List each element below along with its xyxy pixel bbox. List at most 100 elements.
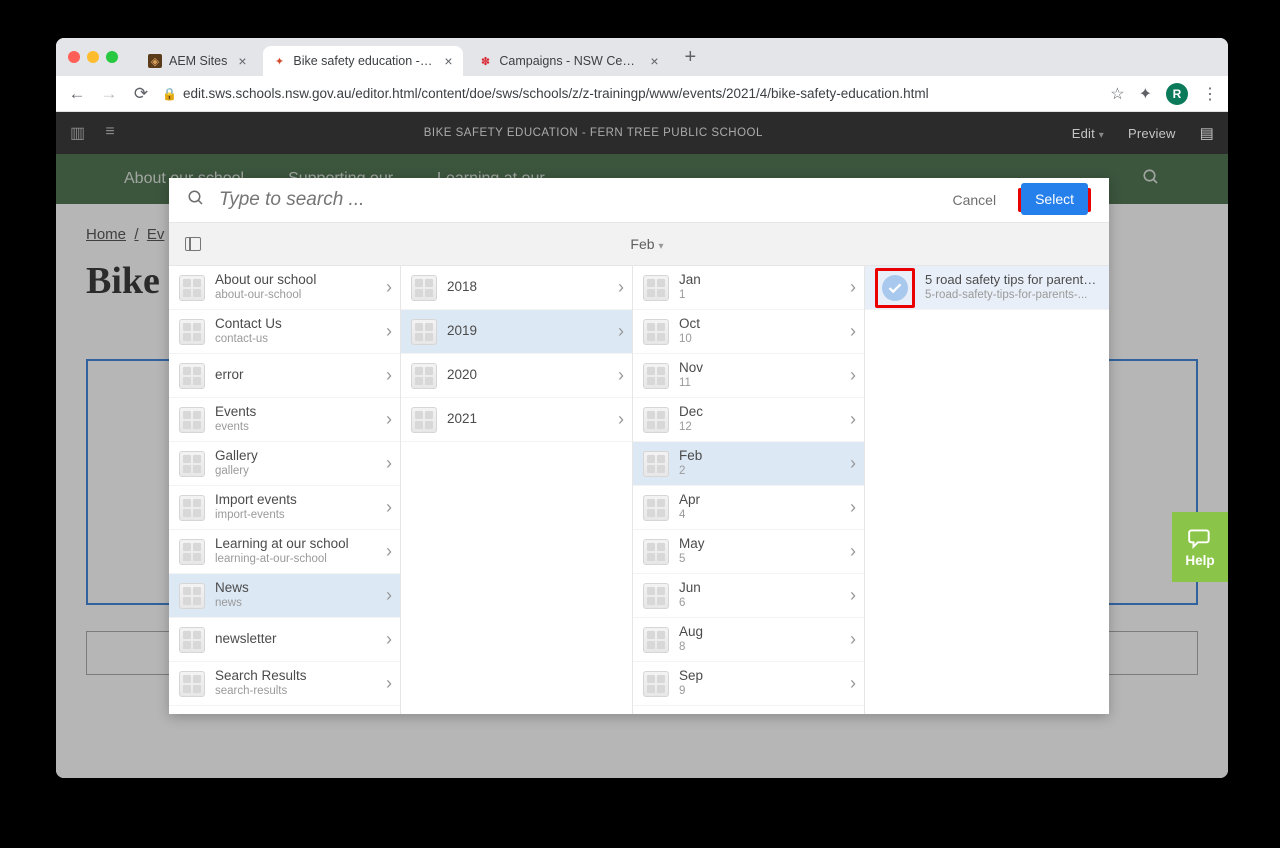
page-thumbnail-icon <box>179 319 205 345</box>
item-title: Events <box>215 404 376 420</box>
list-item[interactable]: Newsnews› <box>169 574 400 618</box>
settings-slider-icon[interactable]: ≡ <box>105 123 115 143</box>
list-item[interactable]: Oct10› <box>633 310 864 354</box>
close-window-icon[interactable] <box>68 51 80 63</box>
list-item-selected-article[interactable]: 5 road safety tips for parents a...5-roa… <box>865 266 1109 310</box>
chat-icon <box>1187 527 1213 549</box>
checkmark-icon[interactable] <box>882 275 908 301</box>
side-panel-icon[interactable]: ▤ <box>1200 124 1214 142</box>
column-4: 5 road safety tips for parents a...5-roa… <box>865 266 1109 714</box>
close-tab-icon[interactable]: × <box>444 53 452 69</box>
page-thumbnail-icon <box>643 319 669 345</box>
item-text: Apr4 <box>679 492 840 523</box>
highlight-box <box>875 268 915 308</box>
close-tab-icon[interactable]: × <box>650 53 658 69</box>
item-text: Search Resultssearch-results <box>215 668 376 699</box>
item-text: newsletter <box>215 631 376 647</box>
list-item[interactable]: Aug8› <box>633 618 864 662</box>
search-input[interactable] <box>219 189 930 211</box>
item-subtitle: import-events <box>215 509 376 523</box>
list-item[interactable]: Import eventsimport-events› <box>169 486 400 530</box>
list-item[interactable]: Jan1› <box>633 266 864 310</box>
item-subtitle: news <box>215 597 376 611</box>
list-item[interactable]: 2018› <box>401 266 632 310</box>
item-subtitle: learning-at-our-school <box>215 553 376 567</box>
list-item[interactable]: Learning at our schoollearning-at-our-sc… <box>169 530 400 574</box>
chevron-right-icon: › <box>850 365 856 386</box>
path-picker-dialog: Cancel Select Feb▾ About our schoolabout… <box>169 178 1109 714</box>
item-text: Newsnews <box>215 580 376 611</box>
list-item[interactable]: newsletter › <box>169 618 400 662</box>
chevron-right-icon: › <box>386 629 392 650</box>
chevron-right-icon: › <box>618 321 624 342</box>
item-subtitle: 11 <box>679 377 840 391</box>
url-input[interactable]: 🔒 edit.sws.schools.nsw.gov.au/editor.htm… <box>162 86 1100 101</box>
item-title: Oct <box>679 316 840 332</box>
tab-label: Bike safety education - Fern Tr <box>293 54 433 68</box>
highlight-box: Select <box>1018 188 1091 212</box>
list-item[interactable]: Eventsevents› <box>169 398 400 442</box>
list-item[interactable]: About our schoolabout-our-school› <box>169 266 400 310</box>
picker-breadcrumb-dropdown[interactable]: Feb▾ <box>201 236 1093 252</box>
favicon-icon: ◈ <box>148 54 162 68</box>
list-item[interactable]: Search Resultssearch-results› <box>169 662 400 706</box>
list-item[interactable]: Contact Uscontact-us› <box>169 310 400 354</box>
close-tab-icon[interactable]: × <box>238 53 246 69</box>
item-text: Learning at our schoollearning-at-our-sc… <box>215 536 376 567</box>
page-thumbnail-icon <box>643 495 669 521</box>
page-thumbnail-icon <box>643 363 669 389</box>
item-title: Dec <box>679 404 840 420</box>
item-subtitle: 2 <box>679 465 840 479</box>
list-item[interactable]: Feb2› <box>633 442 864 486</box>
list-item[interactable]: Gallerygallery› <box>169 442 400 486</box>
column-1: About our schoolabout-our-school›Contact… <box>169 266 401 714</box>
forward-icon[interactable]: → <box>98 84 120 104</box>
edit-mode-dropdown[interactable]: Edit ▾ <box>1072 126 1104 141</box>
chevron-right-icon: › <box>850 541 856 562</box>
back-icon[interactable]: ← <box>66 84 88 104</box>
chevron-right-icon: › <box>386 497 392 518</box>
list-item[interactable]: 2019› <box>401 310 632 354</box>
tab-aem-sites[interactable]: ◈ AEM Sites × <box>138 46 257 76</box>
chevron-right-icon: › <box>850 409 856 430</box>
list-item[interactable]: Dec12 › <box>633 398 864 442</box>
preview-button[interactable]: Preview <box>1128 126 1176 141</box>
list-item[interactable]: 2021› <box>401 398 632 442</box>
page-thumbnail-icon <box>179 363 205 389</box>
minimize-window-icon[interactable] <box>87 51 99 63</box>
select-button[interactable]: Select <box>1021 183 1088 215</box>
column-3: Jan1›Oct10›Nov11›Dec12›Feb2›Apr4›May5›Ju… <box>633 266 865 714</box>
item-subtitle: gallery <box>215 465 376 479</box>
extensions-icon[interactable]: ✦ <box>1139 84 1152 104</box>
list-item[interactable]: May5› <box>633 530 864 574</box>
list-item[interactable]: error› <box>169 354 400 398</box>
list-item[interactable]: Apr4› <box>633 486 864 530</box>
tab-bike-safety[interactable]: ✦ Bike safety education - Fern Tr × <box>263 46 463 76</box>
list-item[interactable]: 2020› <box>401 354 632 398</box>
item-title: Gallery <box>215 448 376 464</box>
reload-icon[interactable]: ⟳ <box>130 84 152 104</box>
maximize-window-icon[interactable] <box>106 51 118 63</box>
item-text: Dec12 <box>679 404 840 435</box>
new-tab-button[interactable]: + <box>675 46 707 69</box>
item-subtitle: 5 <box>679 553 840 567</box>
list-item[interactable]: Jun6› <box>633 574 864 618</box>
aem-editor-topbar: ▥ ≡ BIKE SAFETY EDUCATION - FERN TREE PU… <box>56 112 1228 154</box>
help-widget[interactable]: Help <box>1172 512 1228 582</box>
item-title: Feb <box>679 448 840 464</box>
page-title-label: BIKE SAFETY EDUCATION - FERN TREE PUBLIC… <box>115 127 1072 139</box>
item-title: 2018 <box>447 279 608 295</box>
favicon-icon: ✦ <box>273 54 287 68</box>
bookmark-icon[interactable]: ☆ <box>1110 84 1124 104</box>
item-title: Apr <box>679 492 840 508</box>
profile-avatar[interactable]: R <box>1166 83 1188 105</box>
panel-toggle-icon[interactable]: ▥ <box>70 123 85 143</box>
list-item[interactable]: Nov11› <box>633 354 864 398</box>
rail-toggle-icon[interactable] <box>185 237 201 251</box>
cancel-button[interactable]: Cancel <box>944 186 1004 214</box>
page-thumbnail-icon <box>643 539 669 565</box>
menu-icon[interactable]: ⋮ <box>1202 84 1218 104</box>
item-title: Learning at our school <box>215 536 376 552</box>
list-item[interactable]: Sep9› <box>633 662 864 706</box>
tab-campaigns[interactable]: ✽ Campaigns - NSW Centre for R × <box>469 46 669 76</box>
